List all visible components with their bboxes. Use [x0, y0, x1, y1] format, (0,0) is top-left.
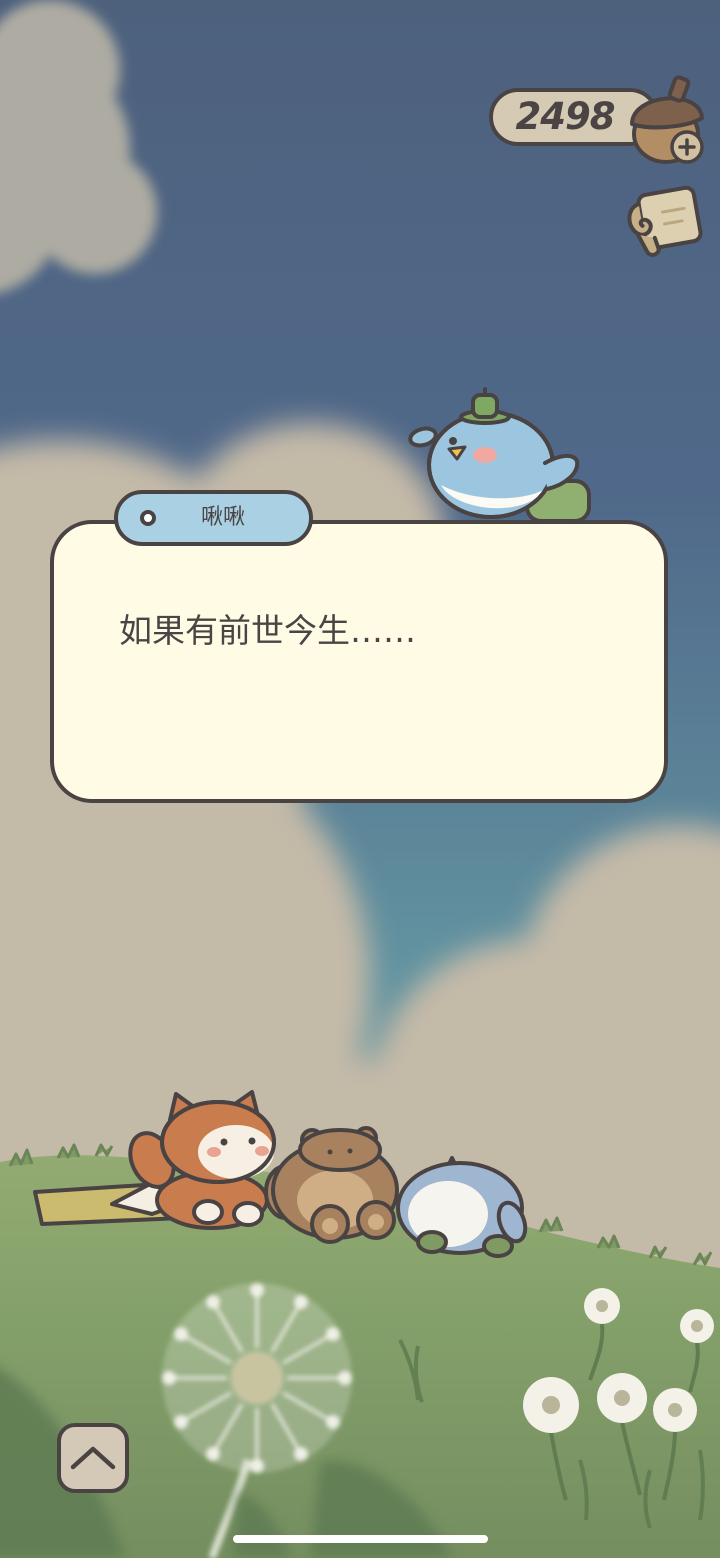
bird-character: [408, 387, 591, 523]
plus-icon[interactable]: [669, 129, 705, 165]
expand-button[interactable]: [57, 1423, 129, 1493]
dialog-box[interactable]: 如果有前世今生……: [50, 520, 668, 803]
scroll-icon[interactable]: [620, 178, 708, 264]
currency-value: 2498: [515, 95, 616, 138]
chevron-up-icon: [70, 1446, 116, 1470]
speaker-name-tag: 啾啾: [114, 490, 313, 546]
speaker-name: 啾啾: [200, 505, 245, 530]
home-indicator[interactable]: [233, 1535, 488, 1543]
dialog-text: 如果有前世今生……: [119, 611, 416, 650]
dot-icon: [140, 510, 156, 526]
